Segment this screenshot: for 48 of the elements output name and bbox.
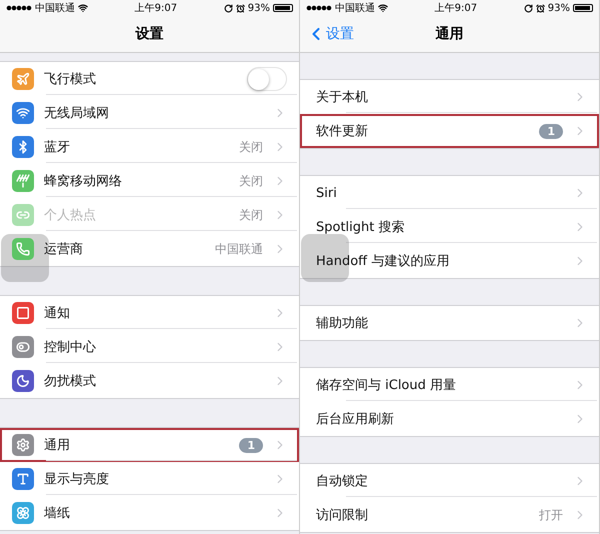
signal-icon [306,5,332,11]
settings-row[interactable]: 访问限制 打开 [300,498,599,532]
signal-icon [6,5,32,11]
settings-row[interactable]: 墙纸 [0,496,299,530]
update-badge: 1 [539,124,563,138]
row-value: 关闭 [239,172,263,190]
settings-row[interactable]: 飞行模式 [0,62,299,96]
settings-row[interactable]: 显示与亮度 [0,462,299,496]
settings-row[interactable]: 运营商 中国联通 [0,232,299,266]
settings-row[interactable]: 辅助功能 [300,306,599,340]
alarm-icon [236,4,245,12]
status-time: 上午9:07 [134,2,178,15]
row-value: 关闭 [239,206,263,224]
back-button[interactable]: 设置 [306,24,354,44]
settings-row[interactable]: 蓝牙 关闭 [0,130,299,164]
highlighted-settings-row[interactable]: 通用 1 [0,428,299,462]
settings-row[interactable]: 蜂窝移动网络 关闭 [0,164,299,198]
settings-row[interactable]: Handoff 与建议的应用 [300,244,599,278]
row-value: 打开 [539,506,563,524]
update-badge: 1 [239,438,263,452]
carrier-name: 中国联通 [335,2,375,15]
status-time: 上午9:07 [434,2,478,15]
settings-row[interactable]: 勿扰模式 [0,364,299,398]
row-value: 关闭 [239,138,263,156]
alarm-icon [536,4,545,12]
rotation-lock-icon [224,4,233,12]
wifi-icon [378,3,388,13]
toggle-switch[interactable] [247,67,287,91]
wifi-icon [78,3,88,13]
row-value: 中国联通 [215,240,263,258]
settings-row[interactable]: 自动锁定 [300,464,599,498]
settings-row[interactable]: 通知 [0,296,299,330]
rotation-lock-icon [524,4,533,12]
carrier-name: 中国联通 [35,2,75,15]
settings-row[interactable]: 储存空间与 iCloud 用量 [300,368,599,402]
settings-row[interactable]: 后台应用刷新 [300,402,599,436]
settings-row[interactable]: 关于本机 [300,80,599,114]
battery-percent: 93% [248,2,270,14]
settings-row[interactable]: 控制中心 [0,330,299,364]
settings-row[interactable]: Spotlight 搜索 [300,210,599,244]
battery-percent: 93% [548,2,570,14]
battery-icon [572,4,593,12]
highlighted-settings-row[interactable]: 软件更新 1 [300,114,599,148]
settings-row[interactable]: 无线局域网 [0,96,299,130]
settings-row[interactable]: Siri [300,176,599,210]
nav-title: 设置 [136,25,164,43]
battery-icon [272,4,293,12]
nav-title: 通用 [436,25,464,43]
